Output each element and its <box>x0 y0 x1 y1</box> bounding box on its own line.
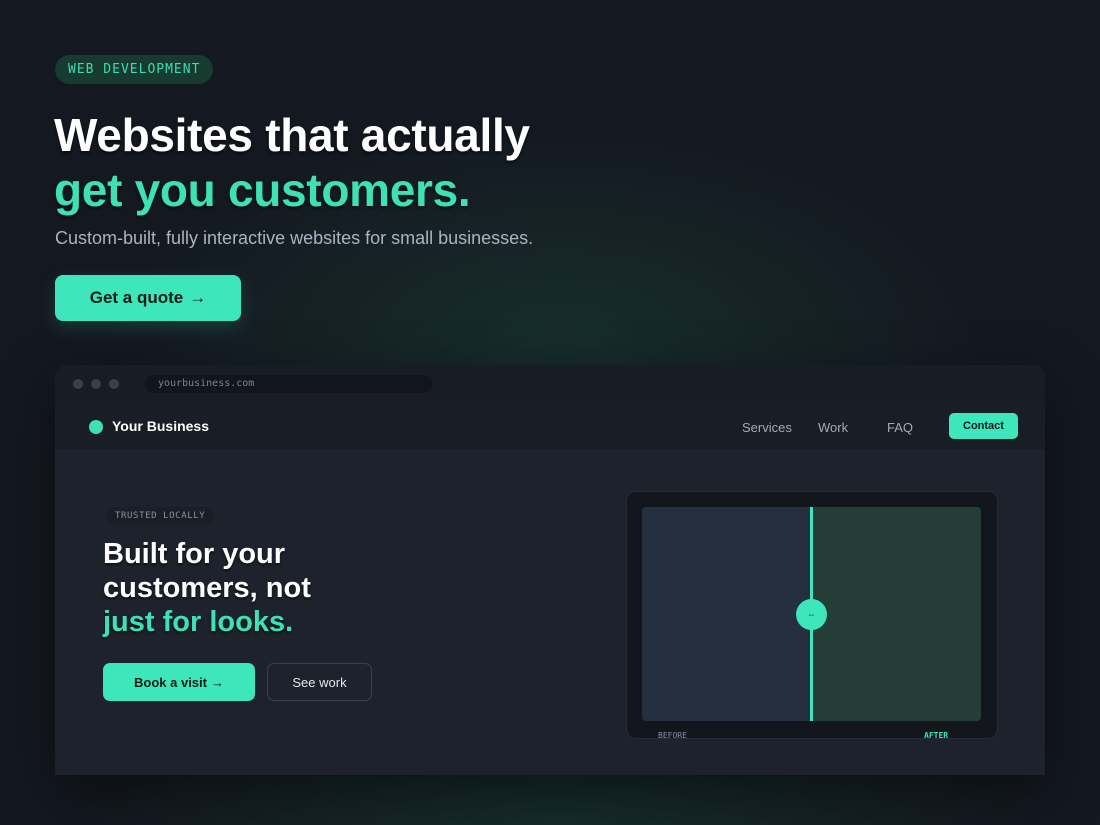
site-hero: TRUSTED LOCALLY Built for your customers… <box>55 451 1045 775</box>
before-panel <box>642 507 811 721</box>
category-tag: WEB DEVELOPMENT <box>55 55 214 84</box>
arrow-right-icon: → <box>189 288 207 307</box>
after-label: AFTER <box>924 731 949 740</box>
arrow-right-icon: → <box>210 674 224 690</box>
hero-subtitle: Custom-built, fully interactive websites… <box>55 228 534 248</box>
nav-link-work[interactable]: Work <box>818 420 848 435</box>
site-hero-title: Built for your customers, not just for l… <box>103 537 311 639</box>
book-visit-label: Book a visit <box>134 674 207 690</box>
nav-link-faq[interactable]: FAQ <box>887 420 913 435</box>
url-bar: yourbusiness.com <box>145 375 433 393</box>
get-quote-label: Get a quote <box>89 288 184 307</box>
trusted-badge: TRUSTED LOCALLY <box>105 507 216 525</box>
site-navbar: Your Business Services Work FAQ Contact <box>55 403 1045 451</box>
before-label: BEFORE <box>658 731 687 740</box>
window-dot-icon <box>109 379 119 389</box>
hero-title: Websites that actually get you customers… <box>54 108 530 218</box>
before-after-slider: ⇔ BEFORE AFTER <box>626 491 998 740</box>
window-dot-icon <box>73 379 83 389</box>
brand-name[interactable]: Your Business <box>112 418 209 434</box>
see-work-button[interactable]: See work <box>267 663 372 701</box>
hero-title-line2: get you customers. <box>54 164 471 216</box>
slider-handle-icon[interactable]: ⇔ <box>796 599 827 630</box>
get-quote-button[interactable]: Get a quote → <box>55 275 241 321</box>
site-title-line3: just for looks. <box>103 606 294 638</box>
site-title-line2: customers, not <box>103 572 311 604</box>
book-visit-button[interactable]: Book a visit → <box>103 663 255 701</box>
after-panel <box>811 507 981 721</box>
hero-title-line1: Websites that actually <box>54 109 530 161</box>
nav-link-services[interactable]: Services <box>742 420 792 435</box>
browser-mockup: yourbusiness.com Your Business Services … <box>55 365 1045 775</box>
browser-toolbar: yourbusiness.com <box>55 365 1045 403</box>
brand-logo-icon <box>89 420 103 434</box>
site-title-line1: Built for your <box>103 538 286 570</box>
contact-button[interactable]: Contact <box>949 413 1018 439</box>
window-dot-icon <box>91 379 101 389</box>
